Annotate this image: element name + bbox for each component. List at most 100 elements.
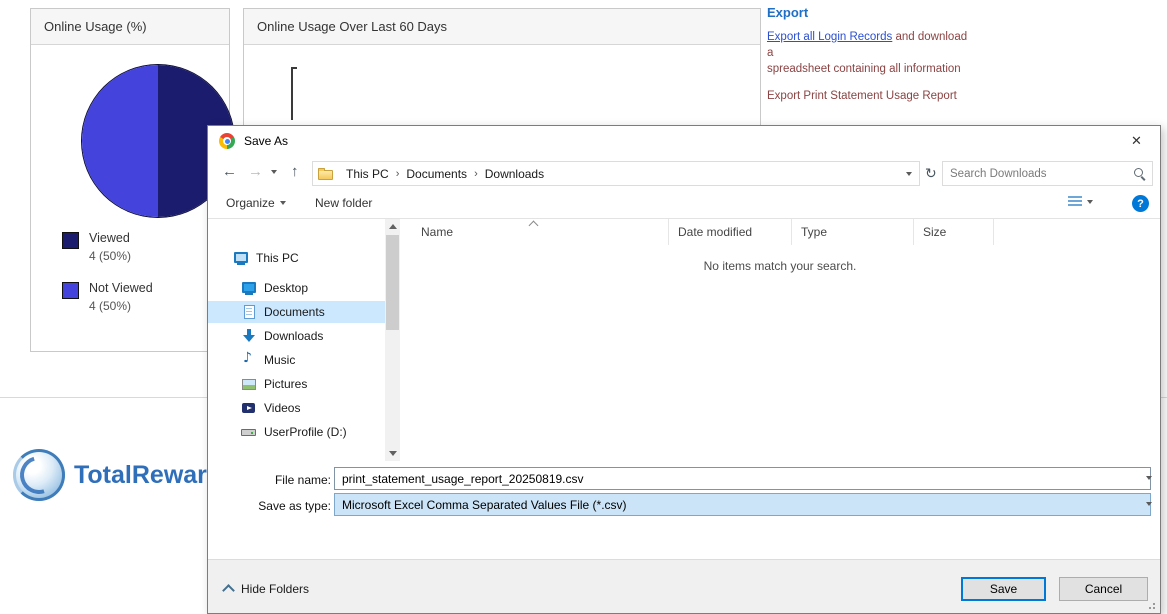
- triangle-down-icon: [388, 451, 397, 456]
- legend-item-viewed: Viewed 4 (50%): [62, 231, 131, 263]
- sidebar-item-label: Downloads: [264, 329, 324, 343]
- sidebar-scrollbar-thumb[interactable]: [386, 235, 399, 330]
- export-login-line2: spreadsheet containing all information: [767, 63, 961, 75]
- forward-button[interactable]: →: [248, 164, 263, 179]
- change-view-button[interactable]: [1068, 196, 1093, 207]
- address-bar[interactable]: This PC › Documents › Downloads: [312, 161, 920, 186]
- sidebar-item-label: Documents: [264, 305, 325, 319]
- search-icon[interactable]: [1134, 168, 1143, 177]
- desktop-icon: [241, 280, 257, 296]
- close-button[interactable]: ✕: [1114, 127, 1159, 155]
- sidebar-item-this-pc[interactable]: This PC: [208, 247, 385, 269]
- legend-swatch-not-viewed: [62, 282, 79, 299]
- dialog-footer: Hide Folders Save Cancel: [208, 559, 1160, 613]
- legend-value: 4 (50%): [89, 249, 132, 263]
- back-button[interactable]: ←: [222, 164, 237, 179]
- resize-grip[interactable]: [1153, 607, 1155, 609]
- save-as-type-dropdown-icon[interactable]: [1146, 502, 1152, 506]
- this-pc-icon: [233, 250, 249, 266]
- sidebar-item-label: UserProfile (D:): [264, 425, 347, 439]
- online-usage-panel-header: Online Usage (%): [31, 9, 229, 45]
- dialog-toolbar: Organize New folder ?: [208, 190, 1160, 219]
- music-icon: [241, 350, 257, 368]
- sidebar-item-pictures[interactable]: Pictures: [208, 373, 385, 395]
- chrome-icon: [219, 133, 235, 149]
- videos-icon: [241, 400, 257, 416]
- chevron-down-icon: [279, 201, 286, 205]
- dialog-sidebar: This PC Desktop Documents Downloads Music Pic…: [208, 247, 385, 457]
- save-as-dialog: Save As ✕ ← → ↑ This PC › Documents › Downlo…: [207, 125, 1161, 614]
- usage-60-days-panel-title: Online Usage Over Last 60 Days: [257, 19, 448, 34]
- legend-label: Viewed: [89, 231, 130, 245]
- dialog-title: Save As: [244, 134, 289, 148]
- sidebar-item-documents[interactable]: Documents: [208, 301, 385, 323]
- usage-60-days-panel-header: Online Usage Over Last 60 Days: [244, 9, 760, 45]
- downloads-icon: [241, 328, 257, 344]
- column-header-name[interactable]: Name: [400, 219, 669, 245]
- sidebar-item-desktop[interactable]: Desktop: [208, 277, 385, 299]
- chart-axis-mark: [291, 67, 296, 120]
- search-box: [942, 161, 1153, 186]
- hide-folders-label: Hide Folders: [241, 582, 310, 596]
- sidebar-item-downloads[interactable]: Downloads: [208, 325, 385, 347]
- sidebar-item-label: This PC: [256, 251, 299, 265]
- column-header-date-modified[interactable]: Date modified: [669, 219, 792, 245]
- breadcrumb-item-this-pc[interactable]: This PC: [339, 167, 396, 181]
- dialog-titlebar[interactable]: Save As ✕: [208, 126, 1160, 156]
- save-button[interactable]: Save: [961, 577, 1046, 601]
- search-input[interactable]: [943, 162, 1152, 185]
- export-print-report-link[interactable]: Export Print Statement Usage Report: [767, 90, 957, 102]
- export-login-records-link[interactable]: Export all Login Records: [767, 31, 892, 43]
- sidebar-item-userprofile-d[interactable]: UserProfile (D:): [208, 421, 385, 443]
- column-header-size[interactable]: Size: [914, 219, 994, 245]
- legend-swatch-viewed: [62, 232, 79, 249]
- scroll-up-button[interactable]: [385, 219, 400, 234]
- scroll-down-button[interactable]: [385, 446, 400, 461]
- new-folder-button[interactable]: New folder: [315, 196, 372, 210]
- empty-folder-message: No items match your search.: [703, 259, 857, 273]
- column-header-type[interactable]: Type: [792, 219, 914, 245]
- save-as-type-label: Save as type:: [258, 499, 331, 513]
- triangle-up-icon: [388, 224, 397, 229]
- sidebar-scrollbar[interactable]: [385, 219, 400, 461]
- breadcrumb: This PC › Documents › Downloads: [339, 167, 551, 181]
- breadcrumb-item-downloads[interactable]: Downloads: [478, 167, 551, 181]
- online-usage-panel-title: Online Usage (%): [44, 19, 147, 34]
- sidebar-item-videos[interactable]: Videos: [208, 397, 385, 419]
- new-folder-label: New folder: [315, 196, 373, 210]
- organize-button[interactable]: Organize: [226, 196, 286, 210]
- file-name-input[interactable]: [334, 467, 1151, 490]
- folder-icon: [318, 167, 333, 180]
- refresh-button[interactable]: ↻: [925, 165, 937, 182]
- drive-icon: [241, 424, 257, 440]
- save-as-type-value: Microsoft Excel Comma Separated Values F…: [342, 497, 627, 512]
- export-heading: Export: [767, 5, 809, 20]
- pictures-icon: [241, 376, 257, 392]
- save-as-type-select[interactable]: Microsoft Excel Comma Separated Values F…: [334, 493, 1151, 516]
- organize-label: Organize: [226, 196, 275, 210]
- screen: Online Usage (%) Viewed 4 (50%) Not Viewed…: [0, 0, 1167, 614]
- view-list-icon: [1068, 196, 1082, 207]
- cancel-button[interactable]: Cancel: [1059, 577, 1148, 601]
- hide-folders-button[interactable]: Hide Folders: [222, 582, 310, 597]
- export-login-paragraph: Export all Login Records and download a …: [767, 29, 975, 77]
- documents-icon: [241, 304, 257, 320]
- help-button[interactable]: ?: [1132, 195, 1149, 212]
- legend-item-not-viewed: Not Viewed 4 (50%): [62, 281, 153, 313]
- up-button[interactable]: ↑: [291, 164, 299, 179]
- sidebar-item-label: Desktop: [264, 281, 309, 295]
- sidebar-item-label: Pictures: [264, 377, 308, 391]
- dialog-main-area: This PC Desktop Documents Downloads Music Pic…: [208, 219, 1160, 461]
- recent-locations-button[interactable]: [271, 170, 277, 174]
- file-name-dropdown-icon[interactable]: [1146, 476, 1152, 480]
- sidebar-item-music[interactable]: Music: [208, 349, 385, 371]
- breadcrumb-item-documents[interactable]: Documents: [399, 167, 474, 181]
- sidebar-item-label: Music: [264, 353, 296, 367]
- totalrewards-logo-icon: [13, 449, 65, 501]
- legend-value: 4 (50%): [89, 299, 132, 313]
- sidebar-item-label: Videos: [264, 401, 301, 415]
- address-dropdown-button[interactable]: [906, 172, 912, 176]
- file-list-header: Name Date modified Type Size: [400, 219, 1160, 245]
- online-usage-panel: Online Usage (%) Viewed 4 (50%) Not Viewed…: [30, 8, 234, 352]
- export-section: Export Export all Login Records and down…: [767, 5, 975, 102]
